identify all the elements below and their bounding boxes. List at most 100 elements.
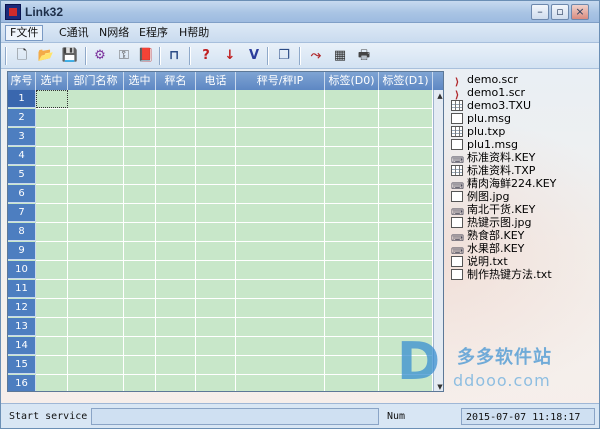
row-number[interactable]: 11 <box>8 280 36 298</box>
list-item[interactable]: 热键示图.jpg <box>451 216 532 229</box>
table-cell[interactable] <box>196 299 236 317</box>
table-cell[interactable] <box>124 147 156 165</box>
table-cell[interactable] <box>124 299 156 317</box>
table-cell[interactable] <box>68 147 124 165</box>
table-cell[interactable] <box>36 337 68 355</box>
list-item[interactable]: 说明.txt <box>451 255 508 268</box>
table-cell[interactable] <box>379 299 433 317</box>
table-cell[interactable] <box>325 204 379 222</box>
query-icon[interactable]: ? <box>197 47 215 65</box>
table-row[interactable] <box>36 185 433 204</box>
table-cell[interactable] <box>325 109 379 127</box>
table-row[interactable] <box>36 128 433 147</box>
table-row[interactable] <box>36 109 433 128</box>
column-header-label-d1[interactable]: 标签(D1) <box>379 72 433 90</box>
table-cell[interactable] <box>124 223 156 241</box>
table-cell[interactable] <box>236 242 325 260</box>
table-row[interactable] <box>36 261 433 280</box>
table-cell[interactable] <box>36 185 68 203</box>
table-cell[interactable] <box>236 261 325 279</box>
menu-network[interactable]: N网络 <box>95 25 133 41</box>
list-item[interactable]: 标准资料.TXP <box>451 164 535 177</box>
table-cell[interactable] <box>236 166 325 184</box>
print-icon[interactable]: 🖶 <box>355 47 373 65</box>
table-cell[interactable] <box>196 109 236 127</box>
table-cell[interactable] <box>379 90 433 108</box>
table-icon[interactable]: ▦ <box>331 47 349 65</box>
column-header-label-d0[interactable]: 标签(D0) <box>325 72 379 90</box>
list-item[interactable]: ⟩ demo.scr <box>451 73 518 88</box>
book-icon[interactable]: 📕 <box>137 47 155 65</box>
row-number[interactable]: 12 <box>8 299 36 317</box>
table-cell[interactable] <box>36 166 68 184</box>
table-cell[interactable] <box>379 242 433 260</box>
table-cell[interactable] <box>325 299 379 317</box>
table-cell[interactable] <box>156 109 196 127</box>
table-cell[interactable] <box>36 299 68 317</box>
table-cell[interactable] <box>68 280 124 298</box>
table-cell[interactable] <box>196 223 236 241</box>
list-item[interactable]: ⟩ demo1.scr <box>451 86 525 101</box>
row-number[interactable]: 14 <box>8 337 36 355</box>
column-header-select2[interactable]: 选中 <box>124 72 156 90</box>
table-cell[interactable] <box>68 223 124 241</box>
table-cell[interactable] <box>68 318 124 336</box>
table-cell[interactable] <box>379 128 433 146</box>
table-cell[interactable] <box>325 90 379 108</box>
table-row[interactable] <box>36 280 433 299</box>
column-header-select[interactable]: 选中 <box>36 72 68 90</box>
table-cell[interactable] <box>325 318 379 336</box>
scale-grid[interactable]: 序号 选中 部门名称 选中 秤名 电话 秤号/秤IP 标签(D0) 标签(D1)… <box>7 71 444 392</box>
table-cell[interactable] <box>196 166 236 184</box>
table-cell[interactable] <box>196 375 236 391</box>
table-cell[interactable] <box>36 128 68 146</box>
table-cell[interactable] <box>68 337 124 355</box>
table-cell[interactable] <box>196 185 236 203</box>
new-file-icon[interactable]: 🗋 <box>13 47 31 65</box>
row-number[interactable]: 8 <box>8 223 36 241</box>
save-icon[interactable]: 💾 <box>61 47 79 65</box>
table-cell[interactable] <box>68 90 124 108</box>
table-cell[interactable] <box>68 185 124 203</box>
table-cell[interactable] <box>156 337 196 355</box>
row-number[interactable]: 3 <box>8 128 36 146</box>
table-cell[interactable] <box>156 223 196 241</box>
table-row[interactable] <box>36 318 433 337</box>
table-cell[interactable] <box>124 337 156 355</box>
table-cell[interactable] <box>124 166 156 184</box>
table-cell[interactable] <box>236 185 325 203</box>
table-cell[interactable] <box>196 242 236 260</box>
copy-icon[interactable]: ❐ <box>275 47 293 65</box>
table-cell[interactable] <box>379 204 433 222</box>
table-cell[interactable] <box>156 356 196 374</box>
column-header-department[interactable]: 部门名称 <box>68 72 124 90</box>
table-cell[interactable] <box>325 375 379 391</box>
table-cell[interactable] <box>68 261 124 279</box>
table-cell[interactable] <box>156 185 196 203</box>
checkmark-icon[interactable]: V <box>245 47 263 65</box>
table-cell[interactable] <box>325 261 379 279</box>
row-number[interactable]: 13 <box>8 318 36 336</box>
column-header-phone[interactable]: 电话 <box>196 72 236 90</box>
table-cell[interactable] <box>379 185 433 203</box>
table-cell[interactable] <box>156 242 196 260</box>
table-row[interactable] <box>36 204 433 223</box>
table-cell[interactable] <box>36 261 68 279</box>
table-cell[interactable] <box>68 109 124 127</box>
menu-comm[interactable]: C通讯 <box>55 25 93 41</box>
table-cell[interactable] <box>236 299 325 317</box>
table-cell[interactable] <box>236 147 325 165</box>
list-item[interactable]: plu.txp <box>451 125 505 138</box>
table-row[interactable] <box>36 356 433 375</box>
table-cell[interactable] <box>36 109 68 127</box>
list-item[interactable]: 例图.jpg <box>451 190 510 203</box>
table-cell[interactable] <box>379 147 433 165</box>
table-cell[interactable] <box>124 204 156 222</box>
table-cell[interactable] <box>68 242 124 260</box>
table-cell[interactable] <box>156 375 196 391</box>
table-cell[interactable] <box>36 280 68 298</box>
table-row[interactable] <box>36 147 433 166</box>
row-number[interactable]: 2 <box>8 109 36 127</box>
table-cell[interactable] <box>196 318 236 336</box>
table-cell[interactable] <box>36 356 68 374</box>
